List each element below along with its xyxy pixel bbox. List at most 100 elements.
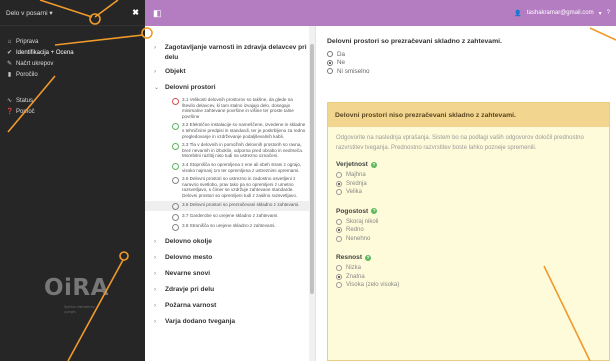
chevron-right-icon: ›: [154, 254, 156, 261]
help-icon[interactable]: ?: [365, 254, 372, 261]
tree-section-label: Delovno mesto: [165, 253, 213, 261]
sidebar-item-identifikacija[interactable]: ✔ Identifikacija + Ocena: [0, 47, 145, 58]
home-icon: ⌂: [7, 38, 12, 45]
radio-icon: [336, 265, 342, 272]
sidebar-item-label: Priprava: [16, 38, 39, 45]
chevron-right-icon: ›: [154, 302, 156, 309]
answer-ni-smiselno[interactable]: Ni smiselno: [327, 67, 370, 76]
sidebar-item-label: Identifikacija + Ocena: [16, 49, 74, 56]
chevron-down-icon: ▾: [598, 10, 602, 17]
radio-icon: [336, 218, 342, 225]
chevron-right-icon: ›: [154, 286, 156, 293]
tree-section[interactable]: › Delovno okolje: [145, 237, 315, 247]
status-empty-icon: [172, 213, 179, 221]
tree-item[interactable]: 3.8 Stranišča so urejene skladno z zahte…: [145, 223, 315, 231]
sidebar-item-priprava[interactable]: ⌂ Priprava: [0, 36, 145, 47]
sidebar-item-label: Pomoč: [16, 108, 35, 115]
close-icon[interactable]: ✖: [132, 8, 139, 17]
tree-section[interactable]: › Nevarne snovi: [145, 269, 315, 279]
sidebar-title[interactable]: Delo v posarni ▾: [6, 9, 53, 17]
option-velika[interactable]: Velika: [336, 188, 609, 197]
toggle-sidebar-icon[interactable]: ◧: [153, 8, 162, 19]
help-icon[interactable]: ?: [370, 161, 377, 168]
tree-item-selected[interactable]: 3.6 Delovni prostori so prezračevani skl…: [145, 200, 315, 211]
chevron-right-icon: ›: [154, 45, 156, 51]
help-button[interactable]: ?: [607, 10, 610, 16]
tree-section-label: Objekt: [165, 68, 186, 75]
tree-item[interactable]: 3.2 Električne instalacije so nameščene,…: [145, 122, 315, 139]
tree-section-open[interactable]: ⌄ Delovni prostori: [145, 83, 315, 93]
sidebar-item-nacrt-ukrepov[interactable]: ✎ Načrt ukrepov: [0, 58, 145, 69]
sidebar-item-pomoc[interactable]: ❓ Pomoč: [0, 106, 145, 117]
answer-options: Da Ne Ni smiselno: [327, 50, 370, 76]
tree-item-text: 3.8 Stranišča so urejene skladno z zahte…: [182, 222, 276, 228]
tree-item[interactable]: 3.1 Velikosti delovnih prostorov so takš…: [145, 97, 315, 119]
scrollbar-thumb[interactable]: [310, 44, 314, 294]
option-majhna[interactable]: Majhna: [336, 171, 609, 180]
radio-checked-icon: [336, 273, 342, 280]
tree-item-text: 3.4 Stopnišča so opremljena z ene ali ob…: [182, 161, 302, 173]
radio-checked-icon: [336, 180, 342, 187]
module-tree: › Zagotavljanje varnosti in zdravja dela…: [145, 26, 316, 361]
tree-section[interactable]: › Varja dodano tveganja: [145, 317, 315, 327]
tree-section[interactable]: › Delovno mesto: [145, 253, 315, 263]
tree-item-text: 3.7 Garderobe so urejene skladno z zahte…: [182, 212, 279, 218]
answer-da[interactable]: Da: [327, 50, 370, 59]
user-menu[interactable]: 👤 tashakramar@gmail.com ▾ ?: [514, 10, 610, 17]
oira-logo: OiRA: [44, 275, 109, 301]
chevron-right-icon: ›: [154, 69, 156, 75]
option-skoraj-nikoli[interactable]: Skoraj nikoli: [336, 218, 609, 227]
answer-ne[interactable]: Ne: [327, 59, 370, 68]
option-srednja[interactable]: Srednja: [336, 180, 609, 189]
radio-icon: [336, 235, 342, 242]
radio-checked-icon: [327, 59, 333, 66]
group-label-resnost: Resnost ?: [336, 254, 372, 261]
question-title: Delovni prostori so prezračevani skladno…: [327, 38, 502, 45]
status-empty-icon: [172, 223, 179, 231]
tree-item-text: 3.3 Tla v delovnih in pomožnih delovnih …: [182, 142, 304, 159]
sidebar-item-porocilo[interactable]: ▮ Poročilo: [0, 69, 145, 80]
tree-item-text: 3.5 Delovni prostori so ustrezno in zado…: [182, 176, 298, 198]
group-label-verjetnost: Verjetnost ?: [336, 161, 377, 168]
tree-section-label: Požarna varnost: [165, 301, 217, 309]
option-znatna[interactable]: Znatna: [336, 273, 609, 282]
tree-section-label: Varja dodano tveganja: [165, 317, 235, 325]
option-visoka[interactable]: Visoka (zelo visoka): [336, 281, 609, 290]
chevron-right-icon: ›: [154, 270, 156, 277]
tree-section-label: Nevarne snovi: [165, 269, 211, 277]
tree-item[interactable]: 3.4 Stopnišča so opremljena z ene ali ob…: [145, 162, 315, 173]
tree-section-label: Zdravje pri delu: [165, 285, 215, 293]
help-icon: ❓: [6, 109, 14, 115]
radio-icon: [336, 189, 342, 196]
radio-icon: [336, 282, 342, 289]
tree-section[interactable]: › Zdravje pri delu: [145, 285, 315, 295]
chevron-down-icon: ⌄: [154, 85, 160, 91]
user-email: tashakramar@gmail.com: [526, 10, 594, 16]
status-green-icon: [172, 143, 179, 151]
tree-item-text: 3.6 Delovni prostori so prezračevani skl…: [182, 201, 300, 207]
option-nizka[interactable]: Nizka: [336, 264, 609, 273]
tree-item-text: 3.2 Električne instalacije so nameščene,…: [182, 122, 306, 139]
tree-item[interactable]: 3.5 Delovni prostori so ustrezno in zado…: [145, 176, 315, 198]
option-nenehno[interactable]: Nenehno: [336, 235, 609, 244]
tree-item[interactable]: 3.7 Garderobe so urejene skladno z zahte…: [145, 213, 315, 221]
sidebar-header: Delo v posarni ▾ ✖: [0, 0, 145, 26]
tree-item[interactable]: 3.3 Tla v delovnih in pomožnih delovnih …: [145, 142, 315, 159]
tree-section[interactable]: › Zagotavljanje varnosti in zdravja dela…: [145, 43, 315, 63]
tree-section[interactable]: › Objekt: [145, 67, 315, 77]
logo-subtitle: Spletno interaktivno ocenjev: [64, 305, 95, 314]
user-icon: 👤: [514, 10, 522, 17]
sidebar-item-label: Status: [16, 97, 34, 104]
file-icon: ▮: [7, 72, 12, 78]
status-empty-icon: [172, 177, 179, 185]
tree-section[interactable]: › Požarna varnost: [145, 301, 315, 311]
sidebar-item-label: Načrt ukrepov: [16, 60, 54, 67]
question-panel: Delovni prostori so prezračevani skladno…: [316, 26, 616, 361]
status-green-icon: [172, 162, 179, 170]
option-redno[interactable]: Redno: [336, 226, 609, 235]
help-icon[interactable]: ?: [371, 208, 378, 214]
sidebar-item-status[interactable]: ∿ Status: [0, 95, 145, 106]
chart-icon: ∿: [6, 98, 13, 104]
radio-icon: [327, 68, 333, 75]
status-green-icon: [172, 123, 179, 131]
